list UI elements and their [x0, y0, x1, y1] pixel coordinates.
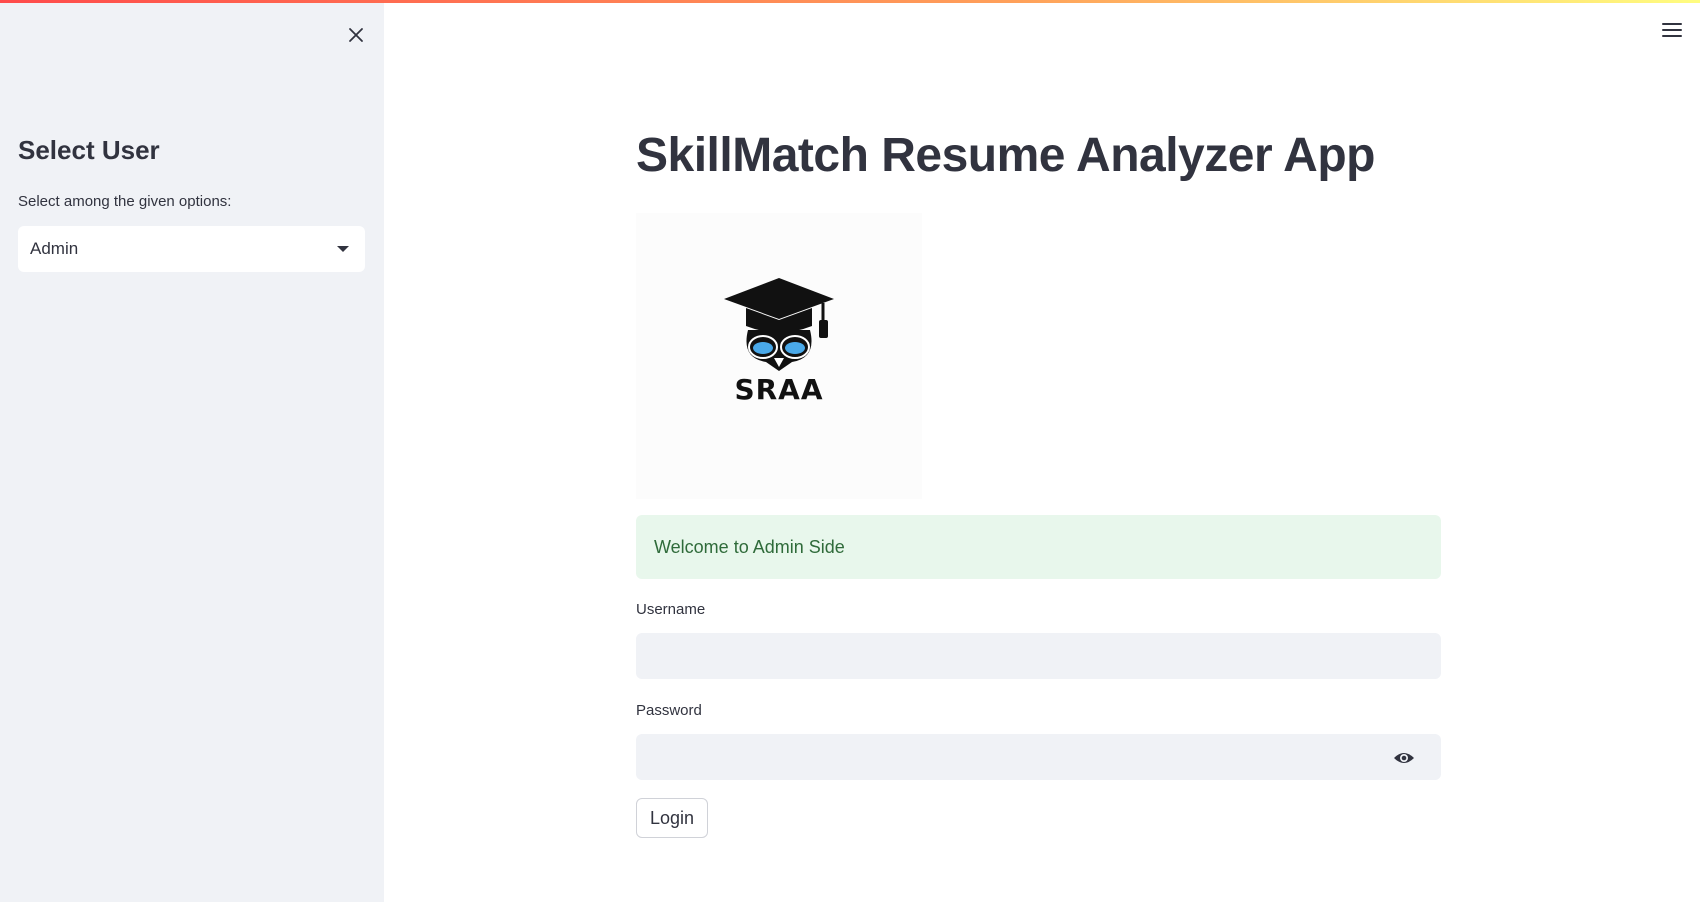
login-button[interactable]: Login — [636, 798, 709, 838]
welcome-alert: Welcome to Admin Side — [636, 515, 1441, 579]
sidebar: Select User Select among the given optio… — [0, 3, 384, 902]
welcome-message: Welcome to Admin Side — [654, 536, 845, 557]
username-input[interactable] — [636, 633, 1441, 679]
chevron-down-icon — [337, 246, 349, 252]
show-password-button[interactable] — [1390, 744, 1418, 772]
user-type-select[interactable]: Admin — [18, 226, 365, 272]
main-menu-button[interactable] — [1658, 16, 1686, 44]
logo-text: SRAA — [734, 373, 824, 406]
graduation-owl-logo — [724, 278, 834, 371]
select-help-text: Select among the given options: — [18, 193, 232, 210]
eye-icon — [1394, 753, 1414, 763]
page-title: SkillMatch Resume Analyzer App — [636, 129, 1375, 182]
password-input[interactable] — [636, 734, 1441, 780]
select-value: Admin — [30, 239, 79, 258]
username-label: Username — [636, 601, 706, 618]
close-icon — [349, 28, 363, 42]
hamburger-menu-icon — [1662, 23, 1682, 37]
close-sidebar-button[interactable] — [340, 19, 372, 51]
password-label: Password — [636, 702, 702, 719]
sidebar-heading: Select User — [18, 135, 160, 165]
app-logo: SRAA — [636, 213, 922, 499]
